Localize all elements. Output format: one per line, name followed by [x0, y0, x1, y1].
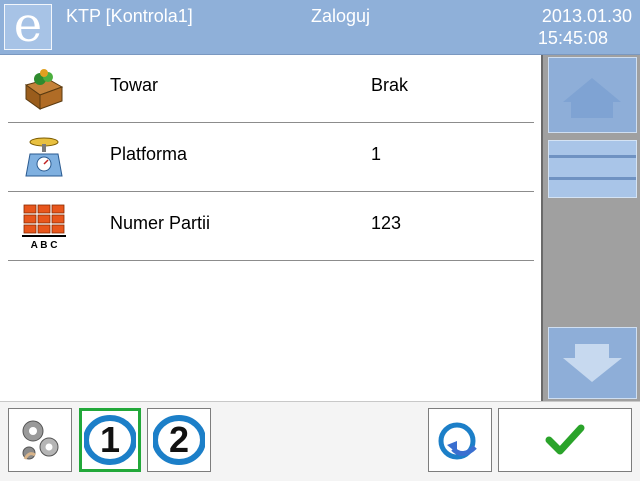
scale-platform-icon [20, 134, 68, 182]
list-item-towar[interactable]: Towar Brak [0, 55, 540, 123]
row-value: 123 [371, 213, 402, 233]
time-display: 15:45:08 [537, 28, 608, 48]
date-display: 2013.01.30 [541, 6, 632, 26]
parameter-list: Towar Brak Platforma 1 A B C Numer Parti… [0, 55, 540, 401]
profile-2-icon: 2 [153, 415, 205, 465]
row-label: Towar [110, 75, 159, 95]
home-icon [563, 78, 621, 118]
arrow-down-icon [563, 344, 622, 382]
list-item-platforma[interactable]: Platforma 1 [0, 124, 540, 192]
app-logo-letter: e [13, 0, 43, 53]
profile-1-button[interactable]: 1 [79, 408, 141, 472]
profile-1-label: 1 [100, 419, 120, 460]
scroll-down-button[interactable] [548, 327, 637, 399]
row-divider [8, 191, 534, 192]
confirm-button[interactable] [498, 408, 632, 472]
app-logo[interactable]: e [4, 0, 52, 53]
login-link[interactable]: Zaloguj [311, 6, 370, 27]
thumb-grip [549, 155, 636, 158]
scroll-up-button[interactable] [548, 57, 637, 133]
product-box-icon [20, 65, 68, 113]
window-title: KTP [Kontrola1] [66, 6, 193, 26]
gears-icon [22, 420, 59, 460]
settings-button[interactable] [8, 408, 72, 472]
checkmark-icon [545, 424, 585, 455]
profile-2-button[interactable]: 2 [147, 408, 211, 472]
row-label: Platforma [110, 144, 188, 164]
exit-icon [438, 422, 477, 460]
row-divider [8, 260, 534, 261]
row-label: Numer Partii [110, 213, 211, 233]
profile-2-label: 2 [169, 419, 189, 460]
bottom-toolbar: 1 2 [0, 401, 640, 481]
batch-number-icon: A B C [20, 203, 68, 251]
row-value: Brak [371, 75, 409, 95]
thumb-grip [549, 177, 636, 180]
profile-1-icon: 1 [84, 415, 136, 465]
svg-text:A B C: A B C [31, 240, 58, 251]
scroll-thumb[interactable] [548, 140, 637, 198]
list-item-numer-partii[interactable]: A B C Numer Partii 123 [0, 193, 540, 261]
exit-button[interactable] [428, 408, 492, 472]
vertical-scrollbar[interactable] [541, 55, 640, 401]
title-bar: e KTP [Kontrola1] Zaloguj 2013.01.30 15:… [0, 0, 640, 55]
row-divider [8, 122, 534, 123]
row-value: 1 [371, 144, 382, 164]
